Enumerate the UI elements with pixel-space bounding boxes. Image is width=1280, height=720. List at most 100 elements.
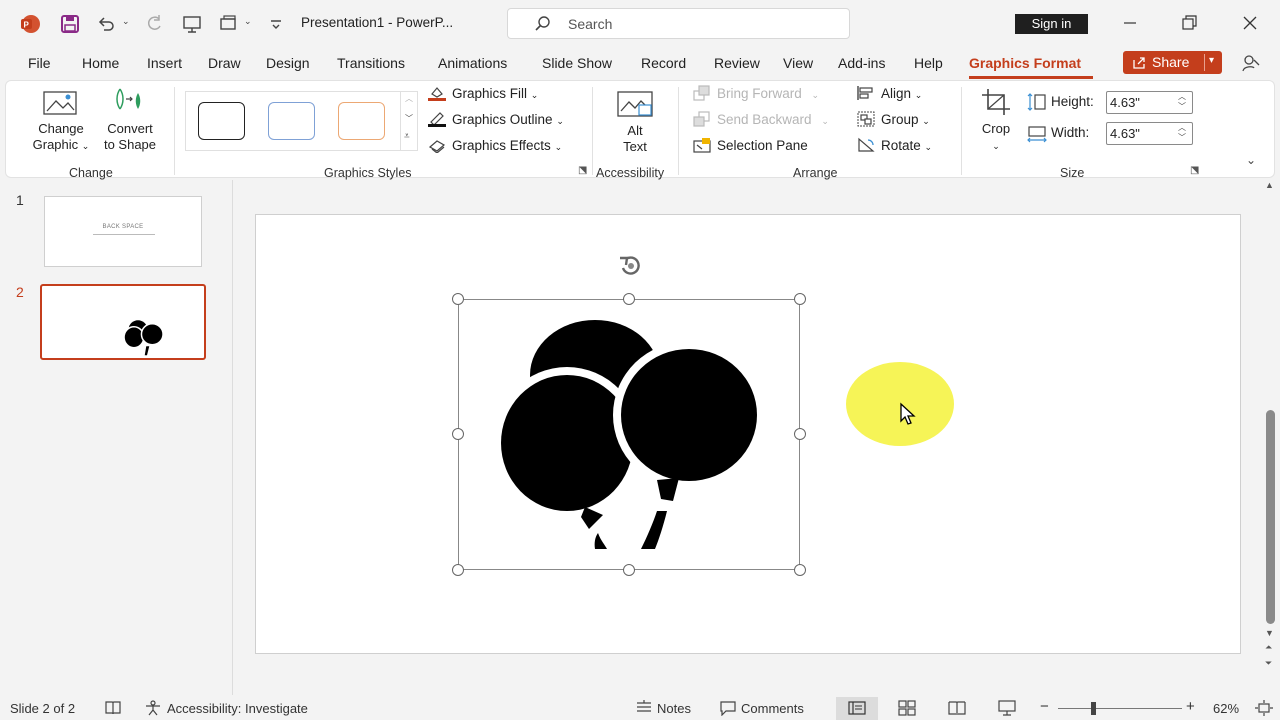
height-input[interactable]: 4.63" ︿ ﹀ — [1106, 91, 1193, 114]
slide-thumbnails-pane: 1 BACK SPACE 2 — [0, 180, 233, 695]
previous-slide-icon[interactable]: ⏶ — [1265, 642, 1272, 653]
tab-add-ins[interactable]: Add-ins — [838, 55, 885, 71]
group-label: Group — [881, 112, 919, 127]
comments-icon — [720, 701, 736, 716]
customize-toolbar-icon[interactable] — [264, 12, 288, 36]
resize-handle-right[interactable] — [794, 428, 806, 440]
graphics-fill-button[interactable]: Graphics Fill ⌄ — [427, 84, 538, 104]
share-button[interactable]: Share ▾ — [1123, 51, 1222, 74]
reading-view-icon[interactable] — [948, 700, 966, 716]
scroll-up-icon[interactable]: ▲ — [1265, 180, 1274, 190]
zoom-in-icon[interactable]: + — [1186, 698, 1195, 715]
tab-file[interactable]: File — [28, 55, 51, 71]
undo-dropdown-icon[interactable]: ⌄ — [122, 16, 130, 27]
accessibility-status[interactable]: Accessibility: Investigate — [167, 701, 308, 716]
restore-icon[interactable] — [1178, 12, 1200, 34]
width-spinner-icon[interactable]: ︿ ﹀ — [1178, 123, 1186, 143]
close-icon[interactable] — [1239, 12, 1261, 34]
next-slide-icon[interactable]: ⏷ — [1265, 658, 1272, 669]
tab-transitions[interactable]: Transitions — [337, 55, 405, 71]
tab-view[interactable]: View — [783, 55, 813, 71]
bring-forward-button[interactable]: Bring Forward ⌄ — [692, 84, 819, 104]
group-button[interactable]: Group ⌄ — [856, 110, 930, 130]
sign-in-button[interactable]: Sign in — [1015, 14, 1088, 34]
spell-check-icon[interactable] — [104, 700, 122, 716]
height-spinner-icon[interactable]: ︿ ﹀ — [1178, 92, 1186, 112]
redo-icon[interactable] — [142, 12, 166, 36]
rotate-button[interactable]: Rotate ⌄ — [856, 136, 932, 156]
resize-handle-top-left[interactable] — [452, 293, 464, 305]
slide-sorter-icon[interactable] — [898, 700, 916, 716]
style-swatch-blue[interactable] — [268, 102, 315, 140]
zoom-out-icon[interactable]: − — [1040, 698, 1049, 715]
gallery-scroll: ︿ ﹀ ⩡ — [400, 91, 417, 151]
align-button[interactable]: Align ⌄ — [856, 84, 922, 104]
width-value: 4.63" — [1110, 126, 1140, 141]
resize-handle-left[interactable] — [452, 428, 464, 440]
tab-draw[interactable]: Draw — [208, 55, 241, 71]
zoom-slider-thumb[interactable] — [1091, 702, 1096, 715]
scroll-thumb[interactable] — [1266, 410, 1275, 624]
resize-handle-top-right[interactable] — [794, 293, 806, 305]
save-icon[interactable] — [58, 12, 82, 36]
zoom-slider-track[interactable] — [1058, 708, 1182, 709]
tab-graphics-format[interactable]: Graphics Format — [969, 55, 1081, 71]
slide-show-view-icon[interactable] — [998, 700, 1016, 716]
selection-pane-button[interactable]: Selection Pane — [692, 136, 808, 156]
style-swatch-orange[interactable] — [338, 102, 385, 140]
tab-animations[interactable]: Animations — [438, 55, 507, 71]
new-slide-dropdown-icon[interactable]: ⌄ — [244, 16, 252, 27]
tab-review[interactable]: Review — [714, 55, 760, 71]
convert-to-shape-button[interactable]: Convert to Shape — [100, 85, 160, 153]
graphics-effects-button[interactable]: Graphics Effects ⌄ — [427, 136, 562, 156]
graphics-fill-label: Graphics Fill — [452, 86, 528, 101]
present-from-start-icon[interactable] — [180, 12, 204, 36]
zoom-level[interactable]: 62% — [1213, 701, 1239, 716]
vertical-scrollbar[interactable]: ▲ ▼ ⏶ ⏷ — [1262, 180, 1280, 695]
styles-dialog-launcher-icon[interactable]: ⬔ — [578, 165, 587, 176]
slide-thumbnail-2[interactable] — [40, 284, 206, 360]
slide-thumbnail-1[interactable]: BACK SPACE — [44, 196, 202, 267]
svg-text:P: P — [24, 21, 30, 30]
tab-help[interactable]: Help — [914, 55, 943, 71]
crop-button[interactable]: Crop ⌄ — [976, 87, 1016, 154]
alt-text-button[interactable]: Alt Text — [610, 89, 660, 155]
resize-handle-top[interactable] — [623, 293, 635, 305]
rotate-handle-icon[interactable] — [616, 253, 646, 279]
collapse-ribbon-icon[interactable]: ⌄ — [1246, 153, 1256, 167]
resize-handle-bottom[interactable] — [623, 564, 635, 576]
size-dialog-launcher-icon[interactable]: ⬔ — [1190, 165, 1199, 176]
minimize-icon[interactable] — [1119, 12, 1141, 34]
tab-slide-show[interactable]: Slide Show — [542, 55, 612, 71]
gallery-more-icon[interactable]: ⩡ — [404, 131, 410, 142]
style-swatch-black[interactable] — [198, 102, 245, 140]
resize-handle-bottom-left[interactable] — [452, 564, 464, 576]
group-label-size: Size — [1060, 166, 1085, 180]
comments-pen-icon[interactable] — [1241, 54, 1261, 72]
tab-home[interactable]: Home — [82, 55, 119, 71]
resize-handle-bottom-right[interactable] — [794, 564, 806, 576]
graphics-outline-button[interactable]: Graphics Outline ⌄ — [427, 110, 564, 130]
search-box[interactable]: Search — [507, 8, 850, 39]
share-dropdown-icon[interactable]: ▾ — [1209, 55, 1214, 66]
tab-insert[interactable]: Insert — [147, 55, 182, 71]
scroll-down-icon[interactable]: ▼ — [1265, 628, 1274, 638]
send-backward-button[interactable]: Send Backward ⌄ — [692, 110, 829, 130]
ribbon: Change Graphic ⌄ Convert to Shape Change… — [5, 80, 1275, 180]
ribbon-separator — [592, 87, 593, 175]
undo-icon[interactable] — [94, 12, 118, 36]
normal-view-icon[interactable] — [848, 700, 866, 716]
accessibility-icon[interactable] — [144, 700, 162, 716]
thumb-balloons-icon — [123, 320, 164, 356]
tab-design[interactable]: Design — [266, 55, 310, 71]
comments-button[interactable]: Comments — [741, 701, 804, 716]
gallery-up-icon[interactable]: ︿ — [405, 93, 413, 104]
fit-slide-icon[interactable] — [1255, 700, 1273, 716]
new-slide-icon[interactable] — [216, 12, 240, 36]
crop-dropdown-icon: ⌄ — [992, 141, 1000, 151]
notes-button[interactable]: Notes — [657, 701, 691, 716]
width-input[interactable]: 4.63" ︿ ﹀ — [1106, 122, 1193, 145]
tab-record[interactable]: Record — [641, 55, 686, 71]
change-graphic-button[interactable]: Change Graphic ⌄ — [21, 89, 101, 154]
gallery-down-icon[interactable]: ﹀ — [405, 113, 413, 124]
